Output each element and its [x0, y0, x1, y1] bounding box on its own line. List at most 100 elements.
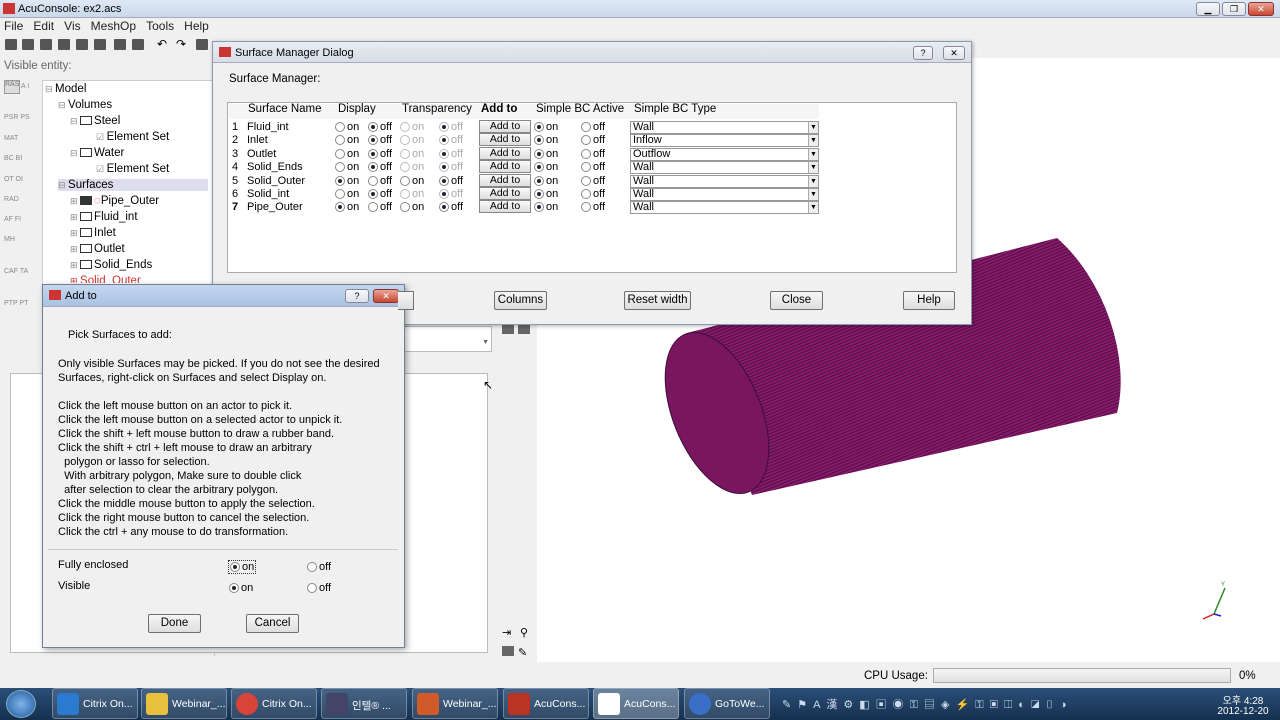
view-icon[interactable]: [518, 324, 530, 334]
tree-element-set[interactable]: ☑ Element Set: [96, 163, 169, 175]
taskbar-item[interactable]: Webinar_...: [141, 688, 227, 719]
taskbar-item[interactable]: Citrix On...: [52, 688, 138, 719]
menu-meshop[interactable]: MeshOp: [91, 19, 136, 33]
taskbar-item[interactable]: AcuCons...: [503, 688, 589, 719]
bc-active-off-radio[interactable]: off: [581, 134, 605, 146]
pan-icon[interactable]: ⇥: [502, 626, 511, 639]
side-tag[interactable]: PTP PT: [4, 300, 28, 307]
fully-enclosed-off[interactable]: off: [307, 561, 331, 573]
bc-type-select[interactable]: Wall ▼: [630, 174, 819, 188]
help-icon[interactable]: ?: [345, 289, 369, 303]
menu-vis[interactable]: Vis: [64, 19, 80, 33]
add-to-button[interactable]: Add to: [479, 120, 531, 133]
bc-type-select[interactable]: Wall ▼: [630, 121, 819, 134]
export-icon[interactable]: [94, 39, 106, 50]
col-add-to[interactable]: Add to: [481, 103, 517, 115]
display-off-radio[interactable]: off: [368, 188, 392, 200]
transparency-on-radio[interactable]: on: [400, 121, 424, 133]
display-on-radio[interactable]: on: [335, 121, 359, 133]
tree-model[interactable]: ⊟ Model: [45, 83, 86, 95]
visible-off[interactable]: off: [307, 582, 331, 594]
close-icon[interactable]: ✕: [373, 289, 399, 303]
menu-help[interactable]: Help: [184, 19, 209, 33]
bc-active-off-radio[interactable]: off: [581, 188, 605, 200]
bc-active-on-radio[interactable]: on: [534, 134, 558, 146]
tree-volumes[interactable]: ⊟ Volumes: [58, 99, 112, 111]
bc-type-select[interactable]: Wall ▼: [630, 161, 819, 175]
bc-active-off-radio[interactable]: off: [581, 121, 605, 133]
import-icon[interactable]: [76, 39, 88, 50]
bc-active-on-radio[interactable]: on: [534, 148, 558, 160]
help-icon[interactable]: ?: [913, 46, 933, 60]
redo-icon[interactable]: ↷: [176, 37, 186, 51]
reset-width-button[interactable]: Reset width: [624, 291, 691, 310]
view-icon[interactable]: [502, 324, 514, 334]
transparency-off-radio[interactable]: off: [439, 148, 463, 160]
done-button[interactable]: Done: [148, 614, 201, 633]
transparency-off-radio[interactable]: off: [439, 188, 463, 200]
menu-edit[interactable]: Edit: [33, 19, 54, 33]
side-tag[interactable]: OT OI: [4, 176, 23, 183]
bc-active-on-radio[interactable]: on: [534, 188, 558, 200]
display-off-radio[interactable]: off: [368, 201, 392, 213]
taskbar-item[interactable]: Citrix On...: [231, 688, 317, 719]
copy-icon[interactable]: [132, 39, 144, 50]
taskbar-item[interactable]: 인텔® ...: [321, 688, 407, 719]
display-off-radio[interactable]: off: [368, 161, 392, 173]
minimize-button[interactable]: ▁: [1196, 2, 1220, 16]
save-icon[interactable]: [40, 39, 52, 50]
new-icon[interactable]: [5, 39, 17, 50]
system-tray-icons[interactable]: ✎⚑A漢⚙◧▣◉⚿▤◈⚡⚿▣◫◐◪▯◑: [782, 696, 1192, 712]
undo-icon[interactable]: ↶: [157, 37, 167, 51]
tree-steel[interactable]: ⊟ Steel: [70, 115, 120, 127]
tree-solid-outer[interactable]: ⊞ Solid_Outer: [70, 275, 141, 283]
maximize-button[interactable]: ❐: [1222, 2, 1246, 16]
bc-type-select[interactable]: Wall ▼: [630, 201, 819, 215]
col-bc-active[interactable]: Simple BC Active: [536, 103, 624, 115]
fit-icon[interactable]: [502, 646, 514, 656]
close-button[interactable]: ✕: [1248, 2, 1274, 16]
tree-fluid-int[interactable]: ⊞ Fluid_int: [70, 211, 138, 223]
transparency-off-radio[interactable]: off: [439, 161, 463, 173]
transparency-on-radio[interactable]: on: [400, 161, 424, 173]
bc-active-off-radio[interactable]: off: [581, 201, 605, 213]
col-surface-name[interactable]: Surface Name: [248, 103, 322, 115]
side-tag[interactable]: PSR PS: [4, 114, 30, 121]
columns-button[interactable]: Columns: [494, 291, 547, 310]
display-off-radio[interactable]: off: [368, 148, 392, 160]
side-tag[interactable]: BC BI: [4, 155, 22, 162]
bc-active-off-radio[interactable]: off: [581, 161, 605, 173]
close-icon[interactable]: ✕: [943, 46, 965, 60]
bc-active-on-radio[interactable]: on: [534, 175, 558, 187]
menu-file[interactable]: File: [4, 19, 23, 33]
taskbar-item[interactable]: GoToWe...: [684, 688, 770, 719]
menu-tools[interactable]: Tools: [146, 19, 174, 33]
add-to-button[interactable]: Add to: [479, 146, 531, 160]
transparency-off-radio[interactable]: off: [439, 134, 463, 146]
save-as-icon[interactable]: [58, 39, 70, 50]
bc-active-on-radio[interactable]: on: [534, 121, 558, 133]
fully-enclosed-on[interactable]: on: [228, 560, 257, 574]
taskbar-item[interactable]: Webinar_...: [412, 688, 498, 719]
start-button[interactable]: [6, 690, 36, 718]
side-tag[interactable]: CAF TA: [4, 268, 28, 275]
transparency-on-radio[interactable]: on: [400, 188, 424, 200]
add-to-button[interactable]: Add to: [479, 200, 531, 214]
transparency-off-radio[interactable]: off: [439, 175, 463, 187]
side-tag[interactable]: MH: [4, 236, 15, 243]
display-on-radio[interactable]: on: [335, 201, 359, 213]
side-tag[interactable]: AF FI: [4, 216, 21, 223]
col-transparency[interactable]: Transparency: [402, 103, 472, 115]
add-to-button[interactable]: Add to: [479, 173, 531, 187]
bc-active-on-radio[interactable]: on: [534, 201, 558, 213]
transparency-on-radio[interactable]: on: [400, 148, 424, 160]
display-on-radio[interactable]: on: [335, 175, 359, 187]
col-bc-type[interactable]: Simple BC Type: [634, 103, 716, 115]
display-on-radio[interactable]: on: [335, 148, 359, 160]
bc-active-off-radio[interactable]: off: [581, 175, 605, 187]
display-off-radio[interactable]: off: [368, 134, 392, 146]
add-to-button[interactable]: Add to: [479, 187, 531, 200]
display-on-radio[interactable]: on: [335, 188, 359, 200]
bc-type-select[interactable]: Wall ▼: [630, 188, 819, 201]
transparency-on-radio[interactable]: on: [400, 134, 424, 146]
